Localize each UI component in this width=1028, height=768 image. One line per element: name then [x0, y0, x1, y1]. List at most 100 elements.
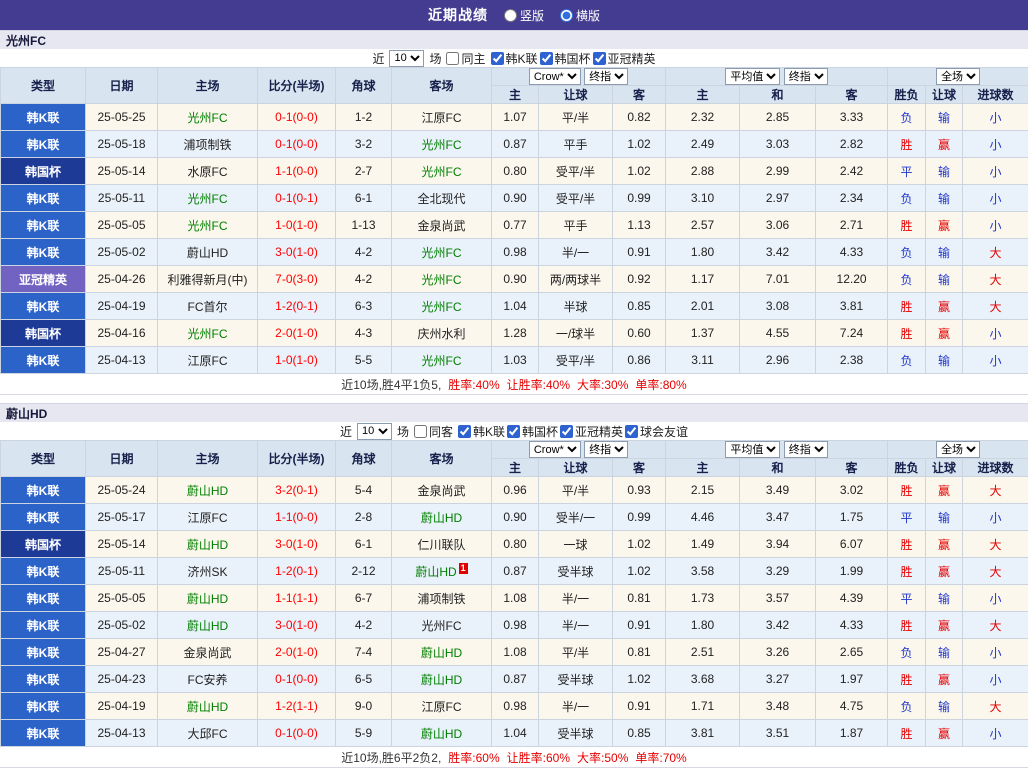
vertical-radio[interactable] — [504, 9, 517, 22]
layout-option-horizontal[interactable]: 横版 — [560, 7, 600, 24]
league-type-cell: 韩国杯 — [1, 320, 86, 347]
league-checkbox-input[interactable] — [491, 52, 504, 65]
col-odds-away: 客 — [613, 86, 666, 104]
away-team-cell: 金泉尚武 — [392, 477, 492, 504]
match-row: 韩K联 25-04-13 江原FC 1-0(1-0) 5-5 光州FC 1.03… — [1, 347, 1028, 374]
same-venue-checkbox[interactable]: 同客 — [414, 423, 453, 440]
away-team-cell: 光州FC — [392, 293, 492, 320]
bookmaker-select[interactable]: Crow* — [529, 441, 581, 458]
layout-option-vertical[interactable]: 竖版 — [504, 7, 544, 24]
bookmaker-select[interactable]: Crow* — [529, 68, 581, 85]
match-row: 韩国杯 25-05-14 蔚山HD 3-0(1-0) 6-1 仁川联队 0.80… — [1, 531, 1028, 558]
match-count-select[interactable]: 10 — [389, 50, 424, 67]
odds-time-select[interactable]: 终指 — [584, 68, 628, 85]
same-venue-checkbox[interactable]: 同主 — [446, 50, 485, 67]
odds-away-cell: 0.60 — [613, 320, 666, 347]
match-row: 韩K联 25-04-19 蔚山HD 1-2(1-1) 9-0 江原FC 0.98… — [1, 693, 1028, 720]
col-score: 比分(半场) — [258, 68, 336, 104]
avg-select[interactable]: 平均值 — [725, 441, 780, 458]
same-venue-checkbox-input[interactable] — [414, 425, 427, 438]
odds-away-cell: 0.92 — [613, 266, 666, 293]
team-name: 光州FC — [6, 32, 46, 49]
handicap-result-cell: 输 — [926, 239, 963, 266]
home-team-cell: 利雅得新月(中) — [158, 266, 258, 293]
match-row: 亚冠精英 25-04-26 利雅得新月(中) 7-0(3-0) 4-2 光州FC… — [1, 266, 1028, 293]
odds-handicap-cell: 受平/半 — [539, 347, 613, 374]
league-checkbox-input[interactable] — [507, 425, 520, 438]
horizontal-radio[interactable] — [560, 9, 573, 22]
summary-row: 近10场,胜6平2负2, 胜率:60% 让胜率:60% 大率:50% 单率:70… — [0, 747, 1028, 768]
away-team-cell: 光州FC — [392, 158, 492, 185]
same-venue-label: 同主 — [461, 50, 485, 67]
result-cell: 平 — [888, 504, 926, 531]
col-odds-home: 主 — [492, 86, 539, 104]
corner-cell: 6-1 — [336, 185, 392, 212]
league-filter-checkbox[interactable]: 亚冠精英 — [560, 423, 623, 440]
league-filter-checkbox[interactable]: 韩国杯 — [507, 423, 558, 440]
goals-result-cell: 小 — [963, 639, 1028, 666]
score-cell: 2-0(1-0) — [258, 639, 336, 666]
handicap-result-cell: 输 — [926, 158, 963, 185]
result-cell: 负 — [888, 639, 926, 666]
league-type-cell: 韩K联 — [1, 131, 86, 158]
avg-home-cell: 2.88 — [666, 158, 740, 185]
same-venue-checkbox-input[interactable] — [446, 52, 459, 65]
col-away: 客场 — [392, 441, 492, 477]
handicap-result-cell: 输 — [926, 266, 963, 293]
avg-home-cell: 4.46 — [666, 504, 740, 531]
league-type-cell: 韩K联 — [1, 185, 86, 212]
avg-away-cell: 4.39 — [816, 585, 888, 612]
odds-home-cell: 1.28 — [492, 320, 539, 347]
goals-result-cell: 小 — [963, 585, 1028, 612]
league-filter-checkbox[interactable]: 亚冠精英 — [593, 50, 656, 67]
odds-away-cell: 1.02 — [613, 158, 666, 185]
score-cell: 0-1(0-0) — [258, 131, 336, 158]
league-filter-checkbox[interactable]: 韩K联 — [458, 423, 505, 440]
avg-draw-cell: 3.94 — [740, 531, 816, 558]
handicap-result-cell: 赢 — [926, 212, 963, 239]
corner-cell: 4-2 — [336, 239, 392, 266]
avg-time-select[interactable]: 终指 — [784, 441, 828, 458]
league-checkbox-input[interactable] — [540, 52, 553, 65]
league-checkbox-input[interactable] — [560, 425, 573, 438]
league-type-cell: 韩K联 — [1, 558, 86, 585]
scope-select[interactable]: 全场 — [936, 441, 980, 458]
league-filter-checkbox[interactable]: 韩国杯 — [540, 50, 591, 67]
corner-cell: 4-3 — [336, 320, 392, 347]
league-filter-checkbox[interactable]: 球会友谊 — [625, 423, 688, 440]
odds-away-cell: 1.02 — [613, 666, 666, 693]
horizontal-radio-label: 横版 — [576, 7, 600, 24]
result-cell: 平 — [888, 158, 926, 185]
match-count-select[interactable]: 10 — [357, 423, 392, 440]
league-filter-checkbox[interactable]: 韩K联 — [491, 50, 538, 67]
corner-cell: 7-4 — [336, 639, 392, 666]
filter-row: 近 10 场 同主 韩K联韩国杯亚冠精英 — [0, 49, 1028, 67]
score-cell: 3-0(1-0) — [258, 612, 336, 639]
handicap-result-cell: 赢 — [926, 612, 963, 639]
date-cell: 25-05-02 — [86, 612, 158, 639]
goals-result-cell: 大 — [963, 612, 1028, 639]
result-cell: 胜 — [888, 531, 926, 558]
league-checkbox-label: 球会友谊 — [640, 423, 688, 440]
league-type-cell: 韩K联 — [1, 693, 86, 720]
league-type-cell: 韩国杯 — [1, 531, 86, 558]
avg-away-cell: 3.33 — [816, 104, 888, 131]
date-cell: 25-04-19 — [86, 693, 158, 720]
home-team-cell: 光州FC — [158, 212, 258, 239]
score-cell: 0-1(0-0) — [258, 720, 336, 747]
league-checkbox-input[interactable] — [625, 425, 638, 438]
avg-select[interactable]: 平均值 — [725, 68, 780, 85]
away-team-cell: 光州FC — [392, 131, 492, 158]
league-checkbox-input[interactable] — [593, 52, 606, 65]
avg-away-cell: 4.33 — [816, 239, 888, 266]
corner-cell: 6-1 — [336, 531, 392, 558]
score-cell: 0-1(0-0) — [258, 666, 336, 693]
scope-select[interactable]: 全场 — [936, 68, 980, 85]
odds-handicap-cell: 平手 — [539, 131, 613, 158]
odds-time-select[interactable]: 终指 — [584, 441, 628, 458]
league-checkbox-input[interactable] — [458, 425, 471, 438]
goals-result-cell: 大 — [963, 531, 1028, 558]
date-cell: 25-05-25 — [86, 104, 158, 131]
avg-draw-cell: 3.42 — [740, 612, 816, 639]
avg-time-select[interactable]: 终指 — [784, 68, 828, 85]
